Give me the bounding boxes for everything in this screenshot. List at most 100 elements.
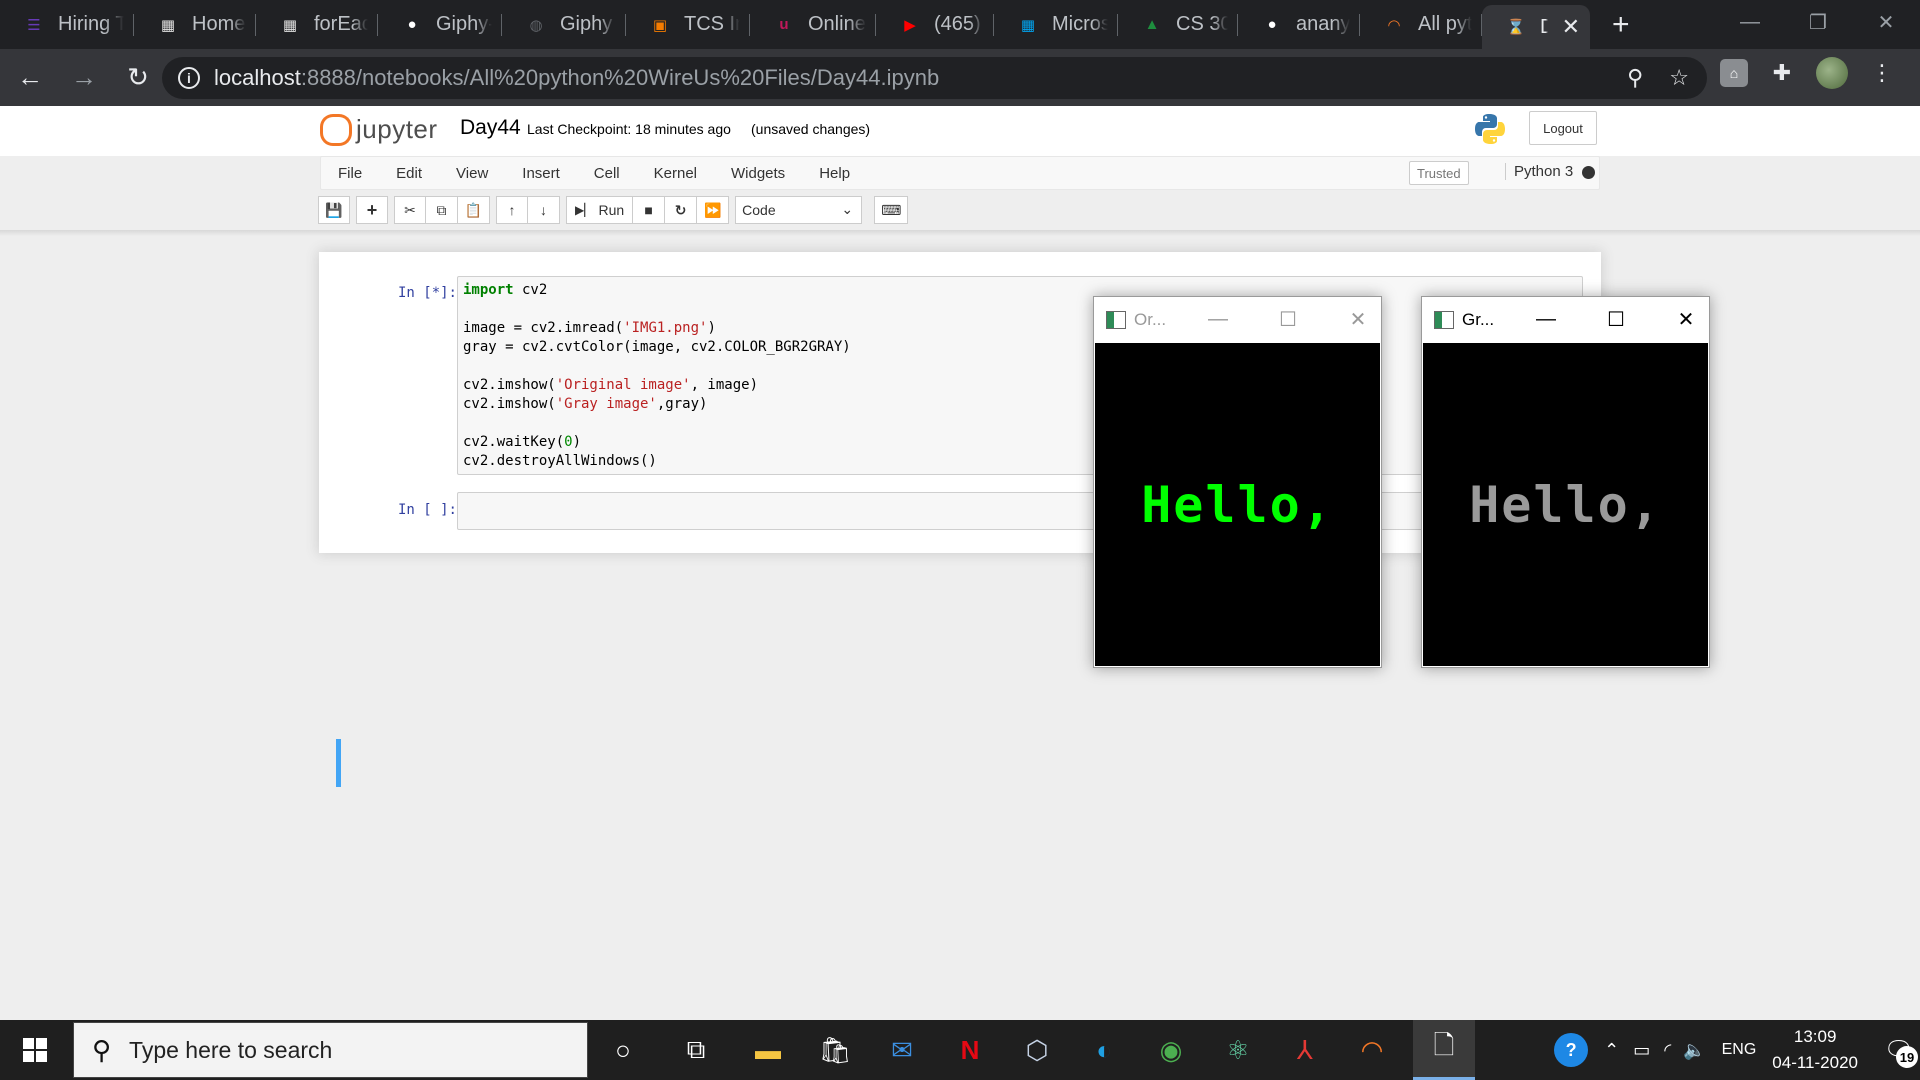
keyboard-shortcuts-icon[interactable]: ⌨ <box>874 196 909 224</box>
notepad-icon[interactable]: 🗋 <box>1413 1020 1475 1080</box>
code-input[interactable] <box>457 492 1583 530</box>
jupyter-taskbar-icon[interactable]: ◠ <box>1352 1030 1392 1070</box>
menu-kebab-icon[interactable]: ⋮ <box>1868 59 1896 87</box>
cell-type-select[interactable]: Code ⌄ <box>735 196 863 224</box>
browser-tab[interactable]: ☰ Hiring T <box>0 0 134 49</box>
menu-kernel[interactable]: Kernel <box>637 165 714 182</box>
jupyter-logo[interactable]: jupyter <box>320 112 438 146</box>
url-host: localhost <box>214 65 301 90</box>
store-icon[interactable]: 🛍 <box>815 1030 855 1070</box>
window-titlebar[interactable]: Or... — ☐ ✕ <box>1094 297 1381 342</box>
menu-insert[interactable]: Insert <box>505 165 577 182</box>
browser-tab[interactable]: ● ananyat <box>1238 0 1360 49</box>
acrobat-icon[interactable]: ⅄ <box>1285 1030 1325 1070</box>
browser-tab[interactable]: ⌛ Day ✕ <box>1482 5 1590 49</box>
task-view-icon[interactable]: ⧉ <box>676 1030 716 1070</box>
chrome-icon[interactable]: ◉ <box>1151 1030 1191 1070</box>
code-cell-1[interactable]: In [*]: import cv2 image = cv2.imread('I… <box>337 276 1583 476</box>
netflix-icon[interactable]: N <box>950 1030 990 1070</box>
menu-help[interactable]: Help <box>802 165 867 182</box>
menu-edit[interactable]: Edit <box>379 165 439 182</box>
profile-avatar[interactable] <box>1816 57 1848 89</box>
minimize-icon[interactable]: — <box>1716 0 1784 44</box>
zoom-icon[interactable]: ⚲ <box>1627 65 1643 91</box>
language-indicator[interactable]: ENG <box>1722 1041 1757 1059</box>
restart-run-all-icon[interactable]: ⏩ <box>697 196 730 224</box>
browser-tab[interactable]: u Online C <box>750 0 876 49</box>
menu-widgets[interactable]: Widgets <box>714 165 802 182</box>
mail-icon[interactable]: ✉ <box>882 1030 922 1070</box>
kernel-name[interactable]: Python 3 <box>1505 163 1573 180</box>
minimize-icon[interactable]: — <box>1532 305 1560 333</box>
extension-icon[interactable]: ⌂ <box>1720 59 1748 87</box>
browser-tab[interactable]: ▣ TCS Infr <box>626 0 750 49</box>
bookmark-star-icon[interactable]: ☆ <box>1669 65 1689 91</box>
forward-icon[interactable]: → <box>60 54 108 102</box>
close-icon[interactable]: ✕ <box>1344 305 1372 333</box>
atom-icon[interactable]: ⚛ <box>1218 1030 1258 1070</box>
insert-cell-below-icon[interactable]: + <box>356 196 388 224</box>
save-icon[interactable]: 💾 <box>318 196 350 224</box>
tab-title: Microso <box>1052 13 1108 35</box>
clock[interactable]: 13:09 04-11-2020 <box>1772 1024 1858 1076</box>
taskbar-search[interactable]: ⚲ Type here to search <box>73 1022 588 1078</box>
menu-cell[interactable]: Cell <box>577 165 637 182</box>
maximize-icon[interactable]: ☐ <box>1274 305 1302 333</box>
cell-prompt: In [*]: <box>397 285 457 301</box>
edge-icon[interactable]: ◐ <box>1084 1030 1124 1070</box>
opencv-window-gray[interactable]: Gr... — ☐ ✕ Hello, <box>1421 296 1710 668</box>
interrupt-stop-icon[interactable]: ■ <box>633 196 666 224</box>
browser-tab[interactable]: ▦ Homew <box>134 0 256 49</box>
tab-close-icon[interactable]: ✕ <box>1562 14 1580 40</box>
trusted-badge[interactable]: Trusted <box>1409 161 1469 185</box>
autosave-status: (unsaved changes) <box>751 121 871 137</box>
address-bar[interactable]: i localhost:8888/notebooks/All%20python%… <box>162 57 1707 99</box>
extensions-area: ⌂ ✚ ⋮ <box>1720 57 1896 89</box>
browser-tab[interactable]: ▦ forEach <box>256 0 378 49</box>
back-icon[interactable]: ← <box>6 54 54 102</box>
run-button[interactable]: ▶▏ Run <box>566 196 634 224</box>
restore-icon[interactable]: ❐ <box>1784 0 1852 44</box>
menu-view[interactable]: View <box>439 165 505 182</box>
move-up-icon[interactable]: ↑ <box>496 196 528 224</box>
chevron-up-icon[interactable]: ⌃ <box>1604 1040 1619 1061</box>
browser-tab[interactable]: ▶ (465) L <box>876 0 994 49</box>
puzzle-extensions-icon[interactable]: ✚ <box>1768 59 1796 87</box>
browser-tab[interactable]: ● Giphy-S <box>378 0 502 49</box>
opencv-window-original[interactable]: Or... — ☐ ✕ Hello, <box>1093 296 1382 668</box>
paste-icon[interactable]: 📋 <box>458 196 490 224</box>
close-icon[interactable]: ✕ <box>1672 305 1700 333</box>
tab-title: TCS Infr <box>684 13 740 35</box>
maximize-icon[interactable]: ☐ <box>1602 305 1630 333</box>
restart-kernel-icon[interactable]: ↻ <box>665 196 698 224</box>
notification-center-icon[interactable]: 🗨19 <box>1878 1030 1920 1070</box>
site-info-icon[interactable]: i <box>178 67 200 89</box>
jupyter-menubar: File Edit View Insert Cell Kernel Widget… <box>320 156 1600 190</box>
start-button[interactable] <box>0 1020 70 1080</box>
notebook-name[interactable]: Day44 <box>460 116 521 140</box>
cortana-icon[interactable]: ○ <box>603 1030 643 1070</box>
volume-icon[interactable]: 🔈 <box>1683 1040 1705 1061</box>
battery-icon[interactable]: ▭ <box>1633 1040 1650 1061</box>
move-down-icon[interactable]: ↓ <box>528 196 560 224</box>
code-input[interactable]: import cv2 image = cv2.imread('IMG1.png'… <box>457 276 1583 475</box>
menu-file[interactable]: File <box>321 165 379 182</box>
reload-icon[interactable]: ↻ <box>114 54 162 102</box>
browser-tab[interactable]: ▲ CS 308 <box>1118 0 1238 49</box>
browser-tab[interactable]: ◠ All pyth <box>1360 0 1482 49</box>
virtualbox-icon[interactable]: ⬡ <box>1017 1030 1057 1070</box>
close-icon[interactable]: ✕ <box>1852 0 1920 44</box>
browser-tab[interactable]: ▦ Microso <box>994 0 1118 49</box>
minimize-icon[interactable]: — <box>1204 305 1232 333</box>
code-cell-2[interactable]: In [ ]: <box>337 492 1583 530</box>
new-tab-button[interactable]: + <box>1590 0 1652 49</box>
help-icon[interactable]: ? <box>1554 1033 1589 1067</box>
copy-icon[interactable]: ⧉ <box>426 196 458 224</box>
file-explorer-icon[interactable]: ▬ <box>748 1030 788 1070</box>
cut-icon[interactable]: ✂ <box>394 196 426 224</box>
wifi-icon[interactable]: ◜ <box>1664 1040 1671 1061</box>
checkpoint-status: Last Checkpoint: 18 minutes ago <box>527 121 731 137</box>
browser-tab[interactable]: ◍ Giphy S <box>502 0 626 49</box>
window-titlebar[interactable]: Gr... — ☐ ✕ <box>1422 297 1709 342</box>
logout-button[interactable]: Logout <box>1529 111 1597 145</box>
